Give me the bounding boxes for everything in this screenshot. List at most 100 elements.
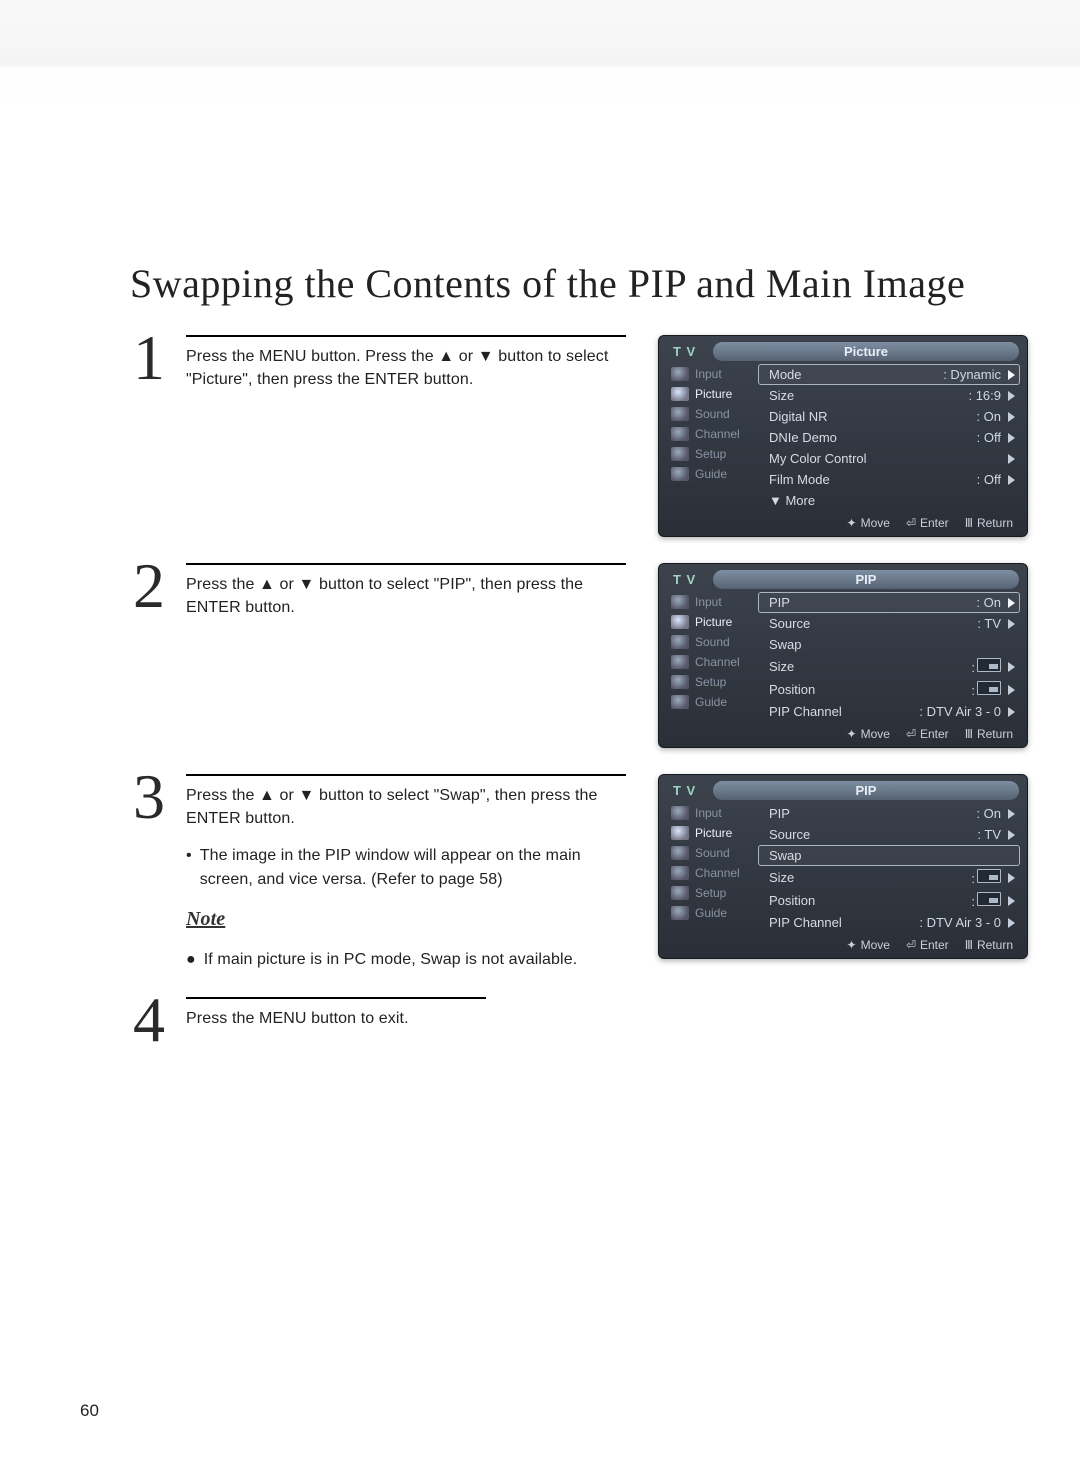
step-number: 1 [130,335,168,391]
osd-side-item: Sound [667,405,753,423]
chevron-right-icon [1008,475,1015,485]
osd-main: PIP: OnSource: TVSwapSize:Position:PIP C… [759,593,1019,721]
osd-tv-label: T V [673,783,703,798]
chevron-right-icon [1008,896,1015,906]
step-4-text: Press the MENU button to exit. [186,1007,618,1030]
osd-side-icon [671,615,689,629]
move-icon: ✦ [847,516,857,530]
osd-row: Position: [759,890,1019,911]
osd-side-item: Input [667,804,753,822]
osd-side-item: Picture [667,824,753,842]
return-icon: Ⅲ [965,938,973,952]
osd-side-icon [671,427,689,441]
osd-side-icon [671,806,689,820]
osd-row: Source: TV [759,825,1019,844]
step-number: 4 [130,997,168,1043]
osd-side-icon [671,886,689,900]
return-icon: Ⅲ [965,727,973,741]
osd-pip-menu-1: T V PIP InputPictureSoundChannelSetupGui… [658,563,1028,748]
osd-panel: T V PIP InputPictureSoundChannelSetupGui… [658,563,1028,748]
osd-side-icon [671,866,689,880]
chevron-right-icon [1008,873,1015,883]
osd-side-icon [671,595,689,609]
osd-row: PIP Channel: DTV Air 3 - 0 [759,913,1019,932]
osd-side-item: Setup [667,673,753,691]
osd-row: My Color Control [759,449,1019,468]
page-content: Swapping the Contents of the PIP and Mai… [0,120,1080,1043]
return-icon: Ⅲ [965,516,973,530]
step-2: 2 Press the ▲ or ▼ button to select "PIP… [130,563,636,619]
chevron-right-icon [1008,830,1015,840]
osd-side-item: Picture [667,613,753,631]
osd-side-icon [671,467,689,481]
step-number: 2 [130,563,168,619]
osd-main: PIP: OnSource: TVSwapSize:Position:PIP C… [759,804,1019,932]
osd-sidebar: InputPictureSoundChannelSetupGuide [667,593,753,721]
osd-sidebar: InputPictureSoundChannelSetupGuide [667,365,753,510]
osd-row: Film Mode: Off [759,470,1019,489]
osd-row: Position: [759,679,1019,700]
osd-tv-label: T V [673,572,703,587]
move-icon: ✦ [847,938,857,952]
step-4: 4 Press the MENU button to exit. [130,997,628,1043]
position-icon [977,869,1001,883]
osd-side-icon [671,407,689,421]
chevron-right-icon [1008,370,1015,380]
osd-side-item: Guide [667,904,753,922]
osd-side-icon [671,387,689,401]
enter-icon: ⏎ [906,727,916,741]
osd-side-item: Guide [667,465,753,483]
osd-side-icon [671,655,689,669]
chevron-right-icon [1008,918,1015,928]
osd-title-pill: PIP [713,781,1019,800]
osd-title-pill: Picture [713,342,1019,361]
note-heading: Note [186,905,626,934]
osd-title-pill: PIP [713,570,1019,589]
enter-icon: ⏎ [906,516,916,530]
osd-side-icon [671,695,689,709]
step-3: 3 Press the ▲ or ▼ button to select "Swa… [130,774,636,971]
osd-tv-label: T V [673,344,703,359]
osd-row: Size: [759,867,1019,888]
chevron-right-icon [1008,707,1015,717]
osd-side-item: Setup [667,884,753,902]
osd-row: Swap [759,846,1019,865]
chevron-right-icon [1008,809,1015,819]
enter-icon: ⏎ [906,938,916,952]
osd-side-item: Sound [667,633,753,651]
osd-sidebar: InputPictureSoundChannelSetupGuide [667,804,753,932]
osd-footer: ✦Move ⏎Enter ⅢReturn [667,936,1019,954]
osd-side-item: Channel [667,864,753,882]
move-icon: ✦ [847,727,857,741]
chevron-right-icon [1008,619,1015,629]
step-number: 3 [130,774,168,971]
step-3-text: Press the ▲ or ▼ button to select "Swap"… [186,784,626,971]
chevron-right-icon [1008,598,1015,608]
osd-side-item: Setup [667,445,753,463]
note-body: ●If main picture is in PC mode, Swap is … [186,948,626,971]
page-title: Swapping the Contents of the PIP and Mai… [130,260,1010,307]
chevron-right-icon [1008,454,1015,464]
position-icon [977,658,1001,672]
osd-side-icon [671,367,689,381]
page-header-band [0,0,1080,120]
osd-side-icon [671,447,689,461]
chevron-right-icon [1008,391,1015,401]
chevron-right-icon [1008,412,1015,422]
position-icon [977,681,1001,695]
chevron-right-icon [1008,685,1015,695]
osd-row: Size: [759,656,1019,677]
position-icon [977,892,1001,906]
chevron-right-icon [1008,433,1015,443]
osd-side-icon [671,906,689,920]
chevron-right-icon [1008,662,1015,672]
osd-row: Size: 16:9 [759,386,1019,405]
osd-row: PIP Channel: DTV Air 3 - 0 [759,702,1019,721]
osd-side-item: Input [667,593,753,611]
osd-side-item: Guide [667,693,753,711]
osd-picture-menu: T V Picture InputPictureSoundChannelSetu… [658,335,1028,537]
osd-row: Source: TV [759,614,1019,633]
osd-side-icon [671,826,689,840]
osd-row: Swap [759,635,1019,654]
step-1: 1 Press the MENU button. Press the ▲ or … [130,335,636,391]
